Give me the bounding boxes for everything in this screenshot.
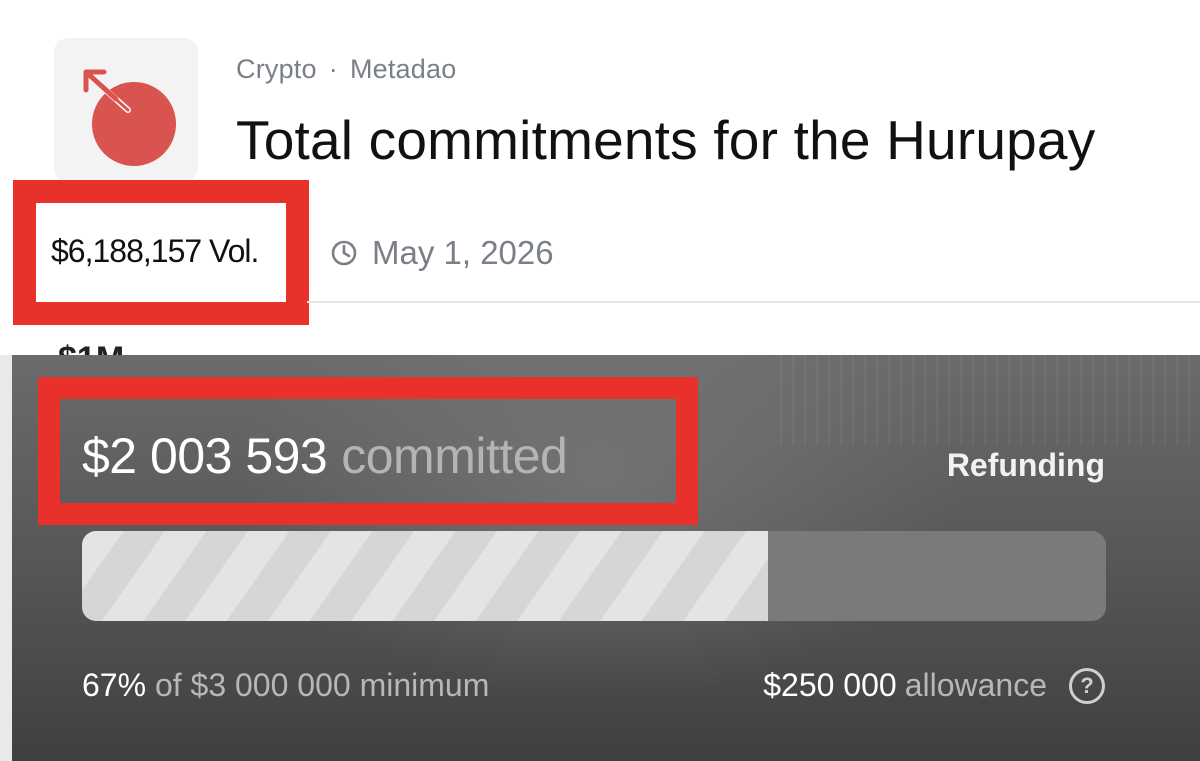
question-circle-icon[interactable]: ?	[1069, 667, 1105, 704]
breadcrumb-item-metadao[interactable]: Metadao	[350, 54, 456, 84]
breadcrumb-separator: ·	[328, 54, 338, 84]
breadcrumb-item-crypto[interactable]: Crypto	[236, 54, 317, 84]
end-date: May 1, 2026	[330, 234, 554, 272]
volume-value: $6,188,157 Vol.	[51, 233, 259, 269]
allowance-info: $250 000 allowance ?	[763, 667, 1105, 704]
committed-label: committed	[341, 428, 568, 484]
committed-total: $2 003 593 committed	[82, 427, 568, 485]
target-arrow-icon	[83, 69, 176, 166]
commitment-panel: $2 003 593 committed Refunding 67% of $3 …	[0, 355, 1200, 761]
header-divider	[307, 301, 1200, 303]
panel-edge	[0, 355, 12, 761]
market-header: Crypto · Metadao Total commitments for the…	[0, 0, 1200, 378]
committed-amount: $2 003 593	[82, 428, 328, 484]
market-meta-row: $6,188,157 Vol. May 1, 2026	[0, 178, 1200, 325]
end-date-text: May 1, 2026	[372, 234, 554, 271]
breadcrumb: Crypto · Metadao	[236, 54, 456, 85]
commitment-progress-bar	[82, 531, 1106, 621]
panel-texture	[780, 355, 1200, 445]
volume-highlight-box: $6,188,157 Vol.	[13, 180, 309, 325]
allowance-label: allowance	[904, 667, 1047, 703]
minimum-label: of $3 000 000 minimum	[154, 667, 490, 703]
status-badge: Refunding	[946, 447, 1105, 483]
market-icon	[54, 38, 198, 182]
progress-percent: 67%	[82, 667, 147, 703]
minimum-progress-text: 67% of $3 000 000 minimum	[82, 667, 489, 704]
allowance-amount: $250 000	[763, 667, 897, 703]
market-title: Total commitments for the Hurupay	[236, 109, 1096, 171]
clock-icon	[331, 240, 357, 266]
progress-fill	[82, 531, 769, 621]
